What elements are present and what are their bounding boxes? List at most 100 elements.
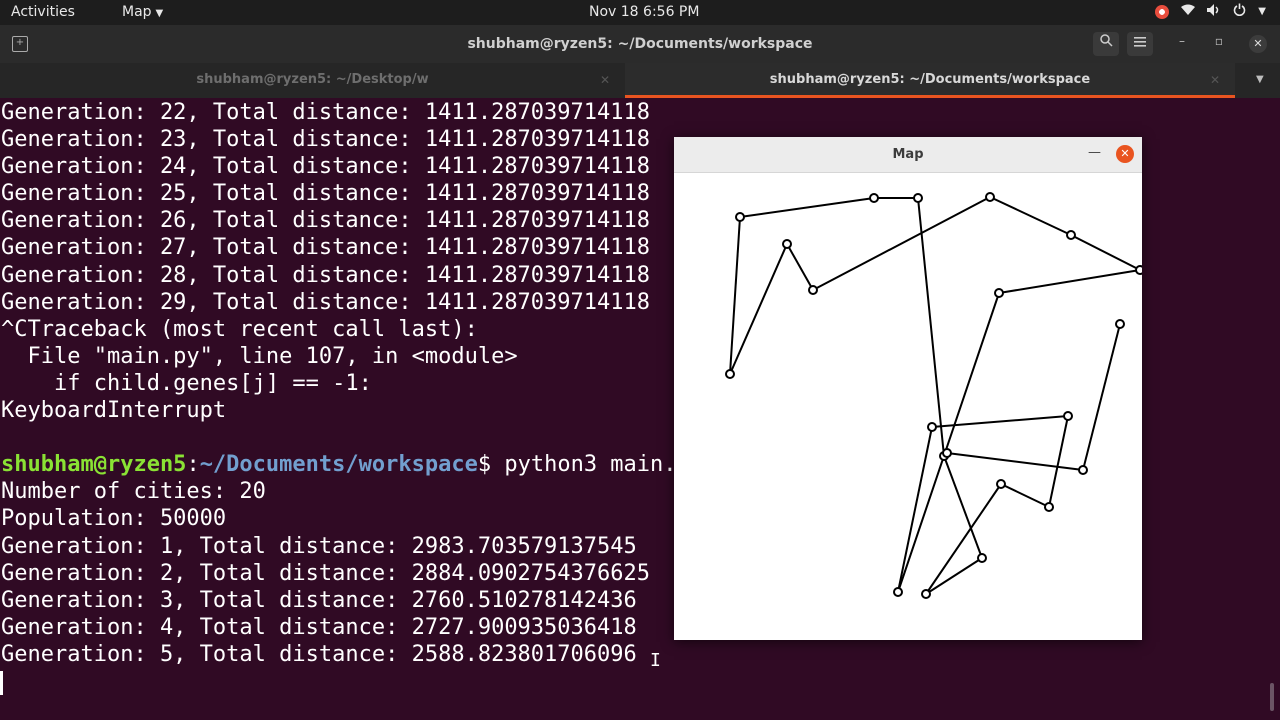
route-edge: [998, 269, 1141, 294]
prompt-user: shubham@ryzen5: [1, 452, 187, 478]
mouse-ibeam-icon: I: [650, 650, 661, 671]
tab-workspace[interactable]: shubham@ryzen5: ~/Documents/workspace ✕: [625, 63, 1235, 98]
scrollbar[interactable]: [1270, 683, 1274, 711]
city-node: [994, 288, 1004, 298]
city-node: [808, 285, 818, 295]
map-window[interactable]: Map — ✕: [674, 137, 1142, 640]
tab-desktop[interactable]: shubham@ryzen5: ~/Desktop/w ✕: [0, 63, 625, 98]
terminal-line: Generation: 2, Total distance: 2884.0902…: [1, 560, 651, 586]
terminal-line: Generation: 23, Total distance: 1411.287…: [1, 127, 651, 153]
city-node: [921, 589, 931, 599]
terminal-line: ^CTraceback (most recent call last):: [1, 316, 478, 342]
chevron-down-icon[interactable]: ▼: [1258, 6, 1266, 17]
route-edge: [946, 452, 1084, 471]
prompt-command: python3 main.p: [504, 452, 690, 478]
terminal-line: Generation: 28, Total distance: 1411.287…: [1, 262, 651, 288]
prompt-separator: :: [186, 452, 200, 478]
city-node: [913, 193, 923, 203]
top-bar: Activities Map ▼ Nov 18 6:56 PM ▼: [0, 0, 1280, 25]
route-edge: [925, 557, 983, 595]
app-menu[interactable]: Map ▼: [122, 4, 163, 20]
city-node: [893, 587, 903, 597]
city-node: [985, 192, 995, 202]
prompt-line: shubham@ryzen5:~/Documents/workspace$ py…: [1, 451, 690, 478]
hamburger-menu-button[interactable]: [1127, 32, 1153, 56]
volume-icon[interactable]: [1207, 3, 1221, 20]
terminal-line: Generation: 1, Total distance: 2983.7035…: [1, 533, 637, 559]
tab-label: shubham@ryzen5: ~/Documents/workspace: [769, 72, 1091, 87]
route-edge: [739, 197, 875, 218]
system-tray[interactable]: ▼: [1155, 3, 1266, 20]
city-node: [1135, 265, 1142, 275]
map-window-title: Map: [892, 147, 924, 162]
text-cursor: [0, 671, 3, 695]
terminal-line: if child.genes[j] == -1:: [1, 370, 372, 396]
prompt-path: ~/Documents/workspace: [199, 452, 478, 478]
chrome-icon[interactable]: [1155, 4, 1170, 19]
power-icon[interactable]: [1233, 3, 1246, 20]
route-edge: [812, 196, 991, 291]
tab-list-chevron-icon[interactable]: ▼: [1256, 63, 1264, 97]
terminal-line: File "main.py", line 107, in <module>: [1, 343, 518, 369]
city-node: [1078, 465, 1088, 475]
activities-button[interactable]: Activities: [11, 4, 75, 20]
terminal-header-bar: + shubham@ryzen5: ~/Documents/workspace …: [0, 25, 1280, 63]
terminal-line: Generation: 24, Total distance: 1411.287…: [1, 154, 651, 180]
terminal-line: Generation: 3, Total distance: 2760.5102…: [1, 587, 637, 613]
search-button[interactable]: [1093, 32, 1119, 56]
search-icon: [1099, 34, 1113, 47]
route-edge: [729, 243, 788, 375]
close-tab-icon[interactable]: ✕: [600, 63, 610, 97]
terminal-line: Generation: 5, Total distance: 2588.8238…: [1, 641, 637, 667]
hamburger-icon: [1134, 37, 1146, 47]
tab-label: shubham@ryzen5: ~/Desktop/w: [196, 72, 429, 87]
close-tab-icon[interactable]: ✕: [1210, 63, 1220, 97]
window-title: shubham@ryzen5: ~/Documents/workspace: [467, 36, 813, 52]
terminal-line: KeyboardInterrupt: [1, 398, 227, 424]
route-edge: [989, 196, 1072, 236]
city-node: [1063, 411, 1073, 421]
route-canvas: [725, 192, 1142, 599]
route-edge: [931, 415, 1069, 428]
city-node: [977, 553, 987, 563]
terminal-line: Generation: 27, Total distance: 1411.287…: [1, 235, 651, 261]
route-edge: [1082, 323, 1121, 471]
terminal-line: Generation: 26, Total distance: 1411.287…: [1, 208, 651, 234]
terminal-line: Generation: 22, Total distance: 1411.287…: [1, 100, 651, 125]
close-icon[interactable]: ✕: [1116, 145, 1134, 163]
chevron-down-icon: ▼: [155, 8, 164, 19]
route-edge: [897, 292, 1000, 593]
city-node: [1044, 502, 1054, 512]
map-titlebar[interactable]: Map — ✕: [674, 137, 1142, 173]
route-edge: [1048, 415, 1069, 508]
route-edge: [1000, 483, 1050, 508]
city-node: [927, 422, 937, 432]
terminal-line: Population: 50000: [1, 506, 227, 532]
city-node: [735, 212, 745, 222]
maximize-button[interactable]: ▫: [1210, 34, 1228, 48]
city-node: [782, 239, 792, 249]
close-button[interactable]: ✕: [1249, 35, 1267, 53]
minimize-icon[interactable]: —: [1088, 145, 1101, 160]
city-node: [1066, 230, 1076, 240]
prompt-symbol: $: [477, 452, 505, 478]
tab-bar: shubham@ryzen5: ~/Desktop/w ✕ shubham@ry…: [0, 63, 1280, 98]
route-edge: [925, 483, 1002, 595]
route-edge: [1070, 234, 1141, 271]
wifi-icon[interactable]: [1181, 4, 1196, 20]
terminal-output: Generation: 22, Total distance: 1411.287…: [1, 99, 690, 668]
route-edge: [917, 197, 945, 457]
terminal-line: Generation: 25, Total distance: 1411.287…: [1, 181, 651, 207]
route-edge: [729, 216, 741, 375]
city-node: [1115, 319, 1125, 329]
route-edge: [786, 243, 814, 291]
minimize-button[interactable]: –: [1173, 34, 1191, 48]
city-node: [869, 193, 879, 203]
city-node: [942, 448, 952, 458]
clock[interactable]: Nov 18 6:56 PM: [589, 4, 699, 20]
terminal-line: Generation: 29, Total distance: 1411.287…: [1, 289, 651, 315]
terminal-line: Generation: 4, Total distance: 2727.9009…: [1, 614, 637, 640]
app-menu-label: Map: [122, 4, 152, 20]
city-node: [996, 479, 1006, 489]
